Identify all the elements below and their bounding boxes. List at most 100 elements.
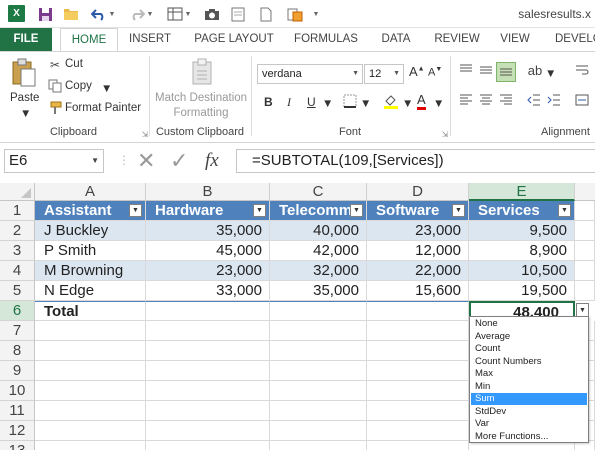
- tab-data[interactable]: DATA: [372, 28, 420, 51]
- empty-cell[interactable]: [146, 361, 270, 381]
- row-header-9[interactable]: 9: [0, 361, 35, 381]
- name-box[interactable]: E6 ▼: [4, 149, 104, 173]
- dropdown-option[interactable]: Min: [471, 381, 587, 393]
- filter-dropdown-icon[interactable]: ▼: [452, 204, 465, 217]
- table-cell[interactable]: N Edge: [35, 281, 146, 301]
- insert-function-button[interactable]: fx: [205, 149, 219, 173]
- filter-dropdown-icon[interactable]: ▼: [129, 204, 142, 217]
- empty-cell[interactable]: [146, 401, 270, 421]
- new-document-icon[interactable]: [257, 5, 275, 23]
- table-cell[interactable]: 40,000: [270, 221, 367, 241]
- form-icon[interactable]: [166, 5, 184, 23]
- empty-cell[interactable]: [367, 321, 469, 341]
- paste-icon[interactable]: [10, 58, 38, 88]
- redo-icon[interactable]: [128, 5, 146, 23]
- select-all-button[interactable]: [0, 183, 35, 201]
- row-header-10[interactable]: 10: [0, 381, 35, 401]
- table-header-cell[interactable]: Hardware ▼: [146, 201, 270, 221]
- total-cell[interactable]: [146, 301, 270, 321]
- cut-button[interactable]: Cut: [65, 58, 83, 70]
- table-cell[interactable]: 23,000: [146, 261, 270, 281]
- tab-view[interactable]: VIEW: [494, 28, 536, 51]
- table-cell[interactable]: 45,000: [146, 241, 270, 261]
- table-header-cell[interactable]: Services ▼: [469, 201, 575, 221]
- total-cell[interactable]: [367, 301, 469, 321]
- empty-cell[interactable]: [35, 321, 146, 341]
- column-header-d[interactable]: D: [367, 183, 469, 201]
- row-header-2[interactable]: 2: [0, 221, 35, 241]
- table-header-cell[interactable]: Software ▼: [367, 201, 469, 221]
- dropdown-option[interactable]: More Functions...: [471, 431, 587, 443]
- decrease-font-size-button[interactable]: A▼: [428, 66, 442, 79]
- table-header-cell[interactable]: Assistant ▼: [35, 201, 146, 221]
- empty-cell[interactable]: [367, 441, 469, 450]
- empty-cell[interactable]: [270, 341, 367, 361]
- open-folder-icon[interactable]: [62, 5, 80, 23]
- dropdown-option[interactable]: Sum: [471, 393, 587, 405]
- filter-dropdown-icon[interactable]: ▼: [558, 204, 571, 217]
- empty-cell[interactable]: [35, 341, 146, 361]
- empty-cell[interactable]: [270, 401, 367, 421]
- empty-cell[interactable]: [367, 361, 469, 381]
- table-cell[interactable]: 19,500: [469, 281, 575, 301]
- print-preview-icon[interactable]: [229, 5, 247, 23]
- table-cell[interactable]: 23,000: [367, 221, 469, 241]
- decrease-indent-icon[interactable]: [526, 94, 542, 110]
- dropdown-option[interactable]: Count: [471, 343, 587, 355]
- empty-cell[interactable]: [146, 321, 270, 341]
- empty-cell[interactable]: [35, 381, 146, 401]
- orientation-icon[interactable]: ab: [527, 63, 543, 79]
- clipboard-launcher-icon[interactable]: ⇲: [137, 127, 153, 143]
- italic-button[interactable]: I: [287, 95, 291, 110]
- table-cell[interactable]: 22,000: [367, 261, 469, 281]
- fill-color-dropdown-icon[interactable]: ▼: [402, 98, 413, 110]
- filter-dropdown-icon[interactable]: ▼: [253, 204, 266, 217]
- row-header-11[interactable]: 11: [0, 401, 35, 421]
- fill-color-icon[interactable]: [383, 93, 399, 109]
- tab-home[interactable]: HOME: [60, 28, 118, 52]
- match-destination-button[interactable]: Match Destination: [155, 92, 247, 104]
- dropdown-option[interactable]: Max: [471, 368, 587, 380]
- empty-cell[interactable]: [367, 381, 469, 401]
- table-cell[interactable]: M Browning: [35, 261, 146, 281]
- empty-cell[interactable]: [575, 201, 595, 221]
- row-header-1[interactable]: 1: [0, 201, 35, 221]
- dropdown-option[interactable]: Count Numbers: [471, 356, 587, 368]
- font-name-select[interactable]: verdana ▼: [257, 64, 363, 84]
- empty-cell[interactable]: [35, 421, 146, 441]
- save-icon[interactable]: [36, 5, 54, 23]
- empty-cell[interactable]: [270, 421, 367, 441]
- empty-cell[interactable]: [270, 321, 367, 341]
- table-cell[interactable]: 35,000: [270, 281, 367, 301]
- undo-dropdown-icon[interactable]: ▼: [108, 5, 116, 23]
- align-center-icon[interactable]: [478, 94, 494, 110]
- empty-cell[interactable]: [575, 281, 595, 301]
- align-bottom-icon[interactable]: [496, 62, 516, 82]
- empty-cell[interactable]: [575, 241, 595, 261]
- merge-center-icon[interactable]: [574, 94, 590, 110]
- filter-dropdown-icon[interactable]: ▼: [350, 204, 363, 217]
- dropdown-option[interactable]: StdDev: [471, 406, 587, 418]
- customize-toolbar-icon[interactable]: ▼: [312, 5, 320, 23]
- empty-cell[interactable]: [367, 421, 469, 441]
- table-cell[interactable]: 9,500: [469, 221, 575, 241]
- match-destination-icon[interactable]: [190, 58, 214, 86]
- empty-cell[interactable]: [146, 441, 270, 450]
- form-dropdown-icon[interactable]: ▼: [184, 5, 192, 23]
- tab-review[interactable]: REVIEW: [428, 28, 486, 51]
- empty-cell[interactable]: [575, 221, 595, 241]
- dropdown-option[interactable]: None: [471, 318, 587, 330]
- empty-cell[interactable]: [146, 381, 270, 401]
- font-color-dropdown-icon[interactable]: ▼: [433, 98, 444, 110]
- row-header-6[interactable]: 6: [0, 301, 35, 321]
- align-top-icon[interactable]: [458, 64, 474, 80]
- empty-cell[interactable]: [270, 441, 367, 450]
- row-header-5[interactable]: 5: [0, 281, 35, 301]
- column-header-c[interactable]: C: [270, 183, 367, 201]
- empty-cell[interactable]: [270, 361, 367, 381]
- cancel-icon[interactable]: ✕: [137, 149, 155, 173]
- empty-cell[interactable]: [367, 401, 469, 421]
- align-right-icon[interactable]: [498, 94, 514, 110]
- empty-cell[interactable]: [270, 381, 367, 401]
- dropdown-option[interactable]: Var: [471, 418, 587, 430]
